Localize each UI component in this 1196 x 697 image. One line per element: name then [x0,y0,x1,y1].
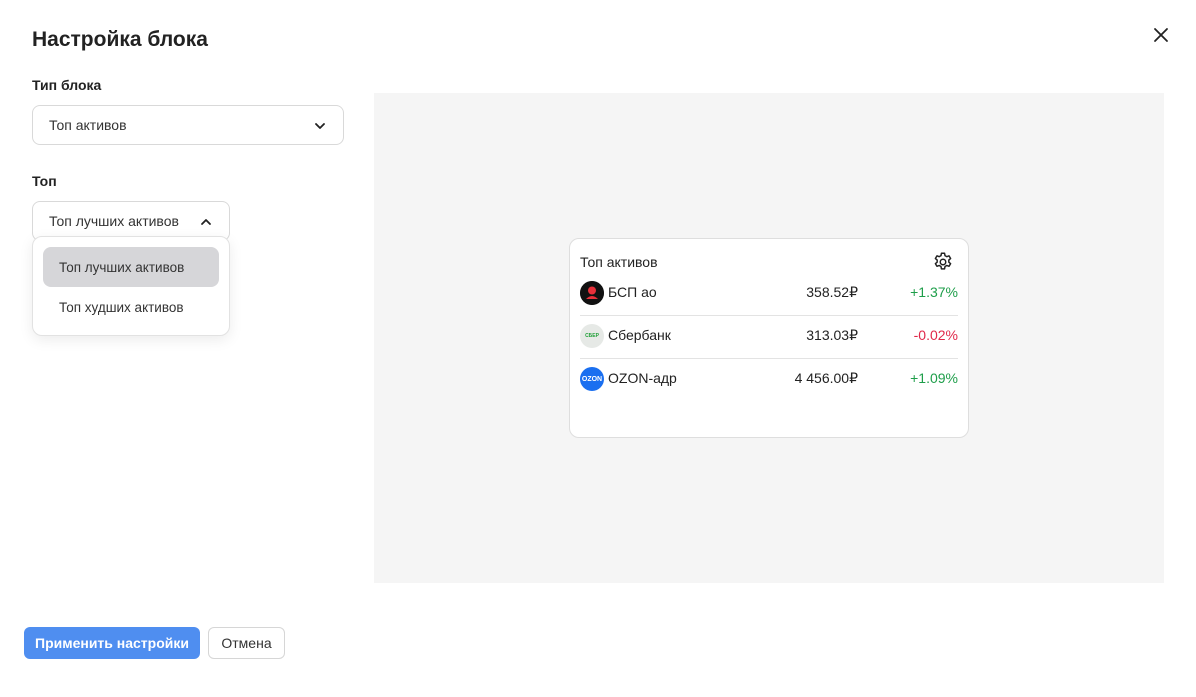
chevron-down-icon [315,123,325,129]
asset-change: -0.02% [913,327,958,343]
asset-row[interactable]: БСП ао 358.52₽ +1.37% [580,271,958,314]
asset-name: Сбербанк [608,327,671,343]
option-worst-assets[interactable]: Топ худших активов [43,287,219,327]
bsp-logo-icon [580,281,604,305]
sber-logo-text: СБЕР [585,333,599,339]
top-select-value: Топ лучших активов [49,213,179,229]
top-assets-widget: Топ активов БСП ао 358.52₽ +1.37% СБЕР С… [569,238,969,438]
asset-name: БСП ао [608,284,657,300]
asset-price: 358.52₽ [806,284,858,300]
asset-price: 313.03₽ [806,327,858,343]
cancel-button[interactable]: Отмена [208,627,285,659]
block-type-label: Тип блока [32,77,102,93]
ozon-logo-text: OZON [581,375,603,383]
asset-change: +1.37% [910,284,958,300]
widget-title: Топ активов [580,254,658,270]
asset-row[interactable]: OZON OZON-адр 4 456.00₽ +1.09% [580,357,958,400]
option-best-assets[interactable]: Топ лучших активов [43,247,219,287]
asset-price: 4 456.00₽ [794,370,858,386]
sber-logo-icon: СБЕР [580,324,604,348]
asset-row[interactable]: СБЕР Сбербанк 313.03₽ -0.02% [580,314,958,357]
asset-name: OZON-адр [608,370,677,386]
top-label: Топ [32,173,57,189]
preview-area: Топ активов БСП ао 358.52₽ +1.37% СБЕР С… [374,93,1164,583]
gear-icon[interactable] [932,251,954,273]
top-select[interactable]: Топ лучших активов [32,201,230,241]
block-type-select[interactable]: Топ активов [32,105,344,145]
top-dropdown-menu: Топ лучших активов Топ худших активов [32,236,230,336]
chevron-up-icon [201,219,211,225]
apply-settings-button[interactable]: Применить настройки [24,627,200,659]
close-icon[interactable] [1150,24,1172,46]
block-settings-modal: Настройка блока Тип блока Топ активов То… [0,0,1196,697]
asset-change: +1.09% [910,370,958,386]
modal-title: Настройка блока [32,28,208,51]
block-type-value: Топ активов [49,117,127,133]
ozon-logo-icon: OZON [580,367,604,391]
